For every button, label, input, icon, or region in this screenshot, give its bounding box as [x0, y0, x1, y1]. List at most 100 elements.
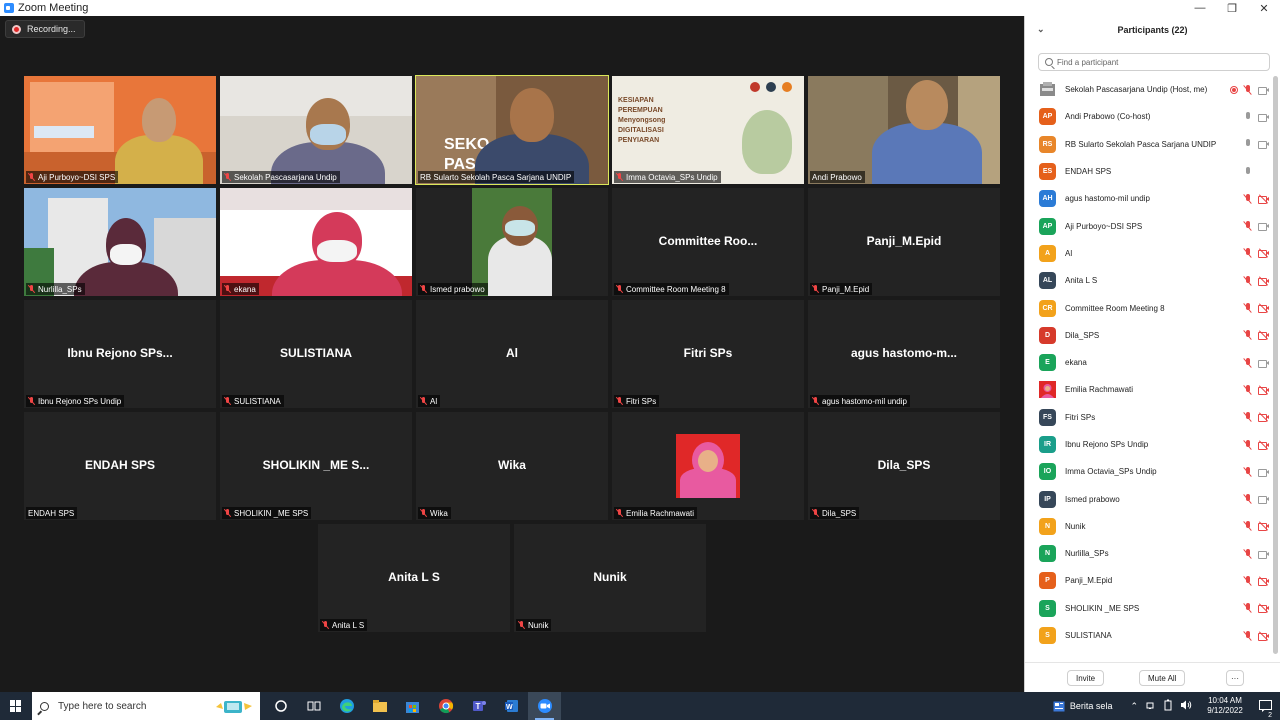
mic-muted-icon[interactable]: [1244, 248, 1252, 258]
participant-row[interactable]: S SULISTIANA: [1025, 622, 1273, 649]
mic-muted-icon[interactable]: [1244, 384, 1252, 395]
participant-row[interactable]: D Dila_SPS: [1025, 322, 1273, 349]
camera-icon[interactable]: [1258, 550, 1269, 559]
participant-row[interactable]: CR Committee Room Meeting 8: [1025, 294, 1273, 321]
participant-search-input[interactable]: [1057, 57, 1257, 67]
store-icon[interactable]: [396, 692, 429, 720]
mic-muted-icon[interactable]: [1244, 439, 1252, 450]
participant-row[interactable]: N Nurlilla_SPs: [1025, 540, 1273, 567]
camera-icon[interactable]: [1258, 495, 1269, 505]
volume-icon[interactable]: [1180, 700, 1192, 712]
mute-all-button[interactable]: Mute All: [1139, 670, 1186, 686]
camera-off-icon[interactable]: [1258, 385, 1269, 395]
minimize-button[interactable]: —: [1184, 0, 1216, 16]
mic-muted-icon[interactable]: [1244, 603, 1252, 613]
mic-muted-icon[interactable]: [1244, 548, 1252, 559]
edge-browser-icon[interactable]: [330, 692, 363, 720]
file-explorer-icon[interactable]: [363, 692, 396, 720]
mic-muted-icon[interactable]: [1244, 575, 1252, 586]
participant-row[interactable]: N Nunik: [1025, 513, 1273, 540]
participant-row[interactable]: Emilia Rachmawati: [1025, 376, 1273, 403]
video-tile[interactable]: SEKO PAS RB Sularto Sekolah Pasca Sarjan…: [415, 75, 609, 185]
participant-row[interactable]: AP Aji Purboyo~DSI SPS: [1025, 212, 1273, 239]
participant-row[interactable]: AP Andi Prabowo (Co-host): [1025, 103, 1273, 130]
more-options-button[interactable]: ···: [1226, 670, 1244, 686]
video-tile[interactable]: Anita L S Anita L S: [318, 524, 510, 632]
video-tile[interactable]: SULISTIANA SULISTIANA: [220, 300, 412, 408]
mic-muted-icon[interactable]: [1244, 357, 1252, 368]
participant-row[interactable]: Eekana: [1025, 349, 1273, 376]
camera-off-icon[interactable]: [1258, 276, 1269, 286]
video-tile[interactable]: agus hastomo-m... agus hastomo-mil undip: [808, 300, 1000, 408]
mic-muted-icon[interactable]: [1244, 412, 1252, 422]
video-tile[interactable]: Ismed prabowo: [416, 188, 608, 296]
participant-row[interactable]: IO Imma Octavia_SPs Undip: [1025, 458, 1273, 485]
zoom-taskbar-icon[interactable]: [528, 692, 561, 720]
camera-off-icon[interactable]: [1258, 248, 1269, 259]
camera-off-icon[interactable]: [1258, 194, 1269, 204]
participant-search[interactable]: [1038, 53, 1270, 71]
teams-icon[interactable]: T: [462, 692, 495, 720]
camera-off-icon[interactable]: [1258, 412, 1269, 423]
participant-row[interactable]: FS Fitri SPs: [1025, 404, 1273, 431]
chrome-icon[interactable]: [429, 692, 462, 720]
video-tile[interactable]: Dila_SPS Dila_SPS: [808, 412, 1000, 520]
camera-off-icon[interactable]: [1258, 603, 1269, 614]
participant-row[interactable]: IP Ismed prabowo: [1025, 485, 1273, 512]
video-tile[interactable]: Andi Prabowo: [808, 76, 1000, 184]
mic-muted-icon[interactable]: [1244, 303, 1252, 313]
video-tile[interactable]: Nurlilla_SPs: [24, 188, 216, 296]
network-icon[interactable]: [1146, 700, 1156, 712]
camera-icon[interactable]: [1258, 359, 1269, 368]
mic-muted-icon[interactable]: [1244, 521, 1252, 531]
participant-scrollbar[interactable]: [1273, 76, 1278, 656]
camera-off-icon[interactable]: [1258, 330, 1269, 341]
close-button[interactable]: ✕: [1248, 0, 1280, 16]
mic-muted-icon[interactable]: [1244, 330, 1252, 340]
invite-button[interactable]: Invite: [1067, 670, 1105, 686]
camera-icon[interactable]: [1258, 86, 1269, 95]
mic-muted-icon[interactable]: [1244, 466, 1252, 477]
cortana-icon[interactable]: [264, 692, 297, 720]
word-icon[interactable]: W: [495, 692, 528, 720]
participant-row[interactable]: IR Ibnu Rejono SPs Undip: [1025, 431, 1273, 458]
start-button[interactable]: [0, 692, 32, 720]
collapse-chevron-icon[interactable]: ⌄: [1037, 24, 1045, 35]
video-tile[interactable]: KESIAPAN PEREMPUAN Menyongsong DIGITALISAS…: [612, 76, 804, 184]
participant-row[interactable]: S SHOLIKIN _ME SPS: [1025, 595, 1273, 622]
taskbar-clock[interactable]: 10:04 AM 9/12/2022: [1200, 696, 1250, 716]
video-tile[interactable]: Ibnu Rejono SPs... Ibnu Rejono SPs Undip: [24, 300, 216, 408]
camera-icon[interactable]: [1258, 468, 1269, 477]
video-tile[interactable]: ekana: [220, 188, 412, 296]
video-tile[interactable]: Panji_M.Epid Panji_M.Epid: [808, 188, 1000, 296]
camera-icon[interactable]: [1258, 140, 1269, 150]
video-tile[interactable]: Committee Roo... Committee Room Meeting 8: [612, 188, 804, 296]
video-tile[interactable]: ENDAH SPS ENDAH SPS: [24, 412, 216, 520]
mic-muted-icon[interactable]: [1244, 193, 1252, 204]
notifications-icon[interactable]: 2: [1250, 700, 1280, 719]
recording-indicator[interactable]: Recording...: [5, 20, 85, 38]
scrollbar-thumb[interactable]: [1273, 76, 1278, 654]
maximize-button[interactable]: ❐: [1216, 0, 1248, 16]
camera-off-icon[interactable]: [1258, 630, 1269, 641]
mic-muted-icon[interactable]: [1244, 494, 1252, 504]
video-tile[interactable]: Sekolah Pascasarjana Undip: [220, 76, 412, 184]
video-tile[interactable]: Wika Wika: [416, 412, 608, 520]
mic-icon[interactable]: [1244, 139, 1252, 149]
mic-muted-icon[interactable]: [1244, 221, 1252, 231]
camera-icon[interactable]: [1258, 113, 1269, 122]
show-hidden-icons-chevron-icon[interactable]: ⌃: [1130, 701, 1138, 712]
mic-muted-icon[interactable]: [1244, 84, 1252, 95]
task-view-icon[interactable]: [297, 692, 330, 720]
battery-icon[interactable]: [1164, 699, 1172, 713]
video-tile[interactable]: Aji Purboyo~DSI SPS: [24, 76, 216, 184]
camera-off-icon[interactable]: [1258, 439, 1269, 450]
participant-row[interactable]: Sekolah Pascasarjana Undip (Host, me): [1025, 76, 1273, 103]
mic-muted-icon[interactable]: [1244, 630, 1252, 641]
video-tile[interactable]: Emilia Rachmawati: [612, 412, 804, 520]
camera-off-icon[interactable]: [1258, 576, 1269, 586]
participant-row[interactable]: AL Anita L S: [1025, 267, 1273, 294]
participant-row[interactable]: P Panji_M.Epid: [1025, 567, 1273, 594]
video-tile[interactable]: Nunik Nunik: [514, 524, 706, 632]
camera-off-icon[interactable]: [1258, 303, 1269, 314]
